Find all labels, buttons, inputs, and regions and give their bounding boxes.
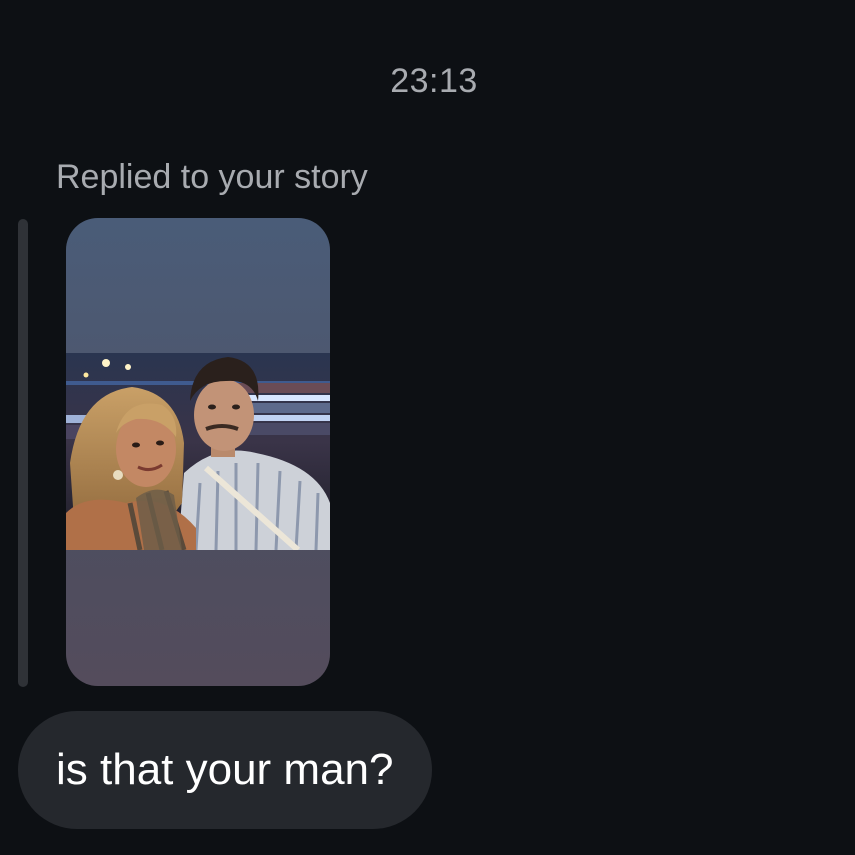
message-text: is that your man? (56, 745, 394, 794)
reply-indicator-bar (18, 219, 28, 687)
message-bubble[interactable]: is that your man? (18, 711, 432, 829)
story-reply-label: Replied to your story (56, 158, 368, 196)
story-photo (66, 353, 330, 550)
message-timestamp: 23:13 (390, 62, 478, 100)
story-preview-card[interactable] (66, 218, 330, 686)
